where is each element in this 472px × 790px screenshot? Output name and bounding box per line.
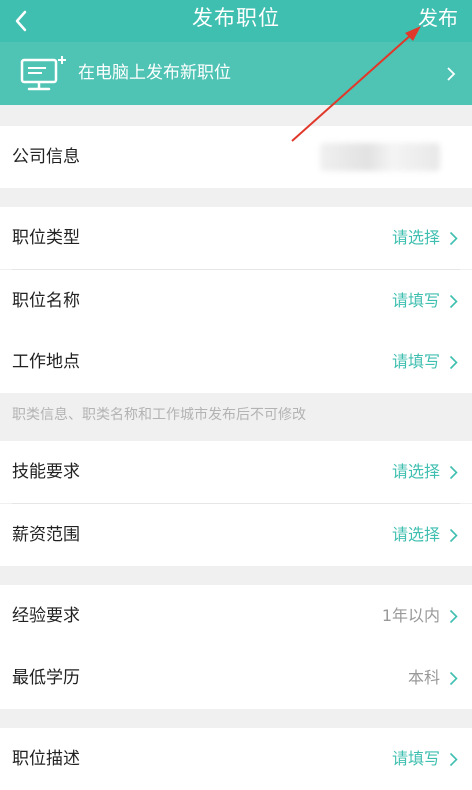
row-label: 职位类型 bbox=[12, 228, 80, 248]
company-info-label: 公司信息 bbox=[12, 147, 80, 167]
page-title: 发布职位 bbox=[192, 6, 280, 30]
salary-range-row[interactable]: 薪资范围 请选择 bbox=[0, 504, 472, 566]
row-label: 职位描述 bbox=[12, 749, 80, 769]
job-description-row[interactable]: 职位描述 请填写 bbox=[0, 728, 472, 790]
job-type-row[interactable]: 职位类型 请选择 bbox=[0, 207, 472, 269]
row-value: 1年以内 bbox=[381, 606, 440, 625]
row-value: 请选择 bbox=[391, 525, 440, 544]
row-value: 请选择 bbox=[391, 462, 440, 481]
row-label: 最低学历 bbox=[12, 668, 80, 688]
banner-text: 在电脑上发布新职位 bbox=[78, 63, 231, 83]
row-label: 薪资范围 bbox=[12, 525, 80, 545]
minimum-education-row[interactable]: 最低学历 本科 bbox=[0, 647, 472, 709]
job-name-row[interactable]: 职位名称 请填写 bbox=[0, 270, 472, 332]
row-label: 工作地点 bbox=[12, 352, 80, 372]
chevron-right-icon bbox=[449, 231, 458, 246]
work-location-row[interactable]: 工作地点 请填写 bbox=[0, 331, 472, 393]
row-value: 请填写 bbox=[391, 291, 440, 310]
blurred-company-name bbox=[320, 143, 440, 171]
chevron-right-icon bbox=[449, 528, 458, 543]
publish-on-pc-banner[interactable]: 在电脑上发布新职位 bbox=[0, 42, 472, 105]
row-value: 请填写 bbox=[391, 352, 440, 371]
chevron-right-icon bbox=[449, 609, 458, 624]
chevron-right-icon bbox=[449, 465, 458, 480]
row-label: 技能要求 bbox=[12, 462, 80, 482]
row-value: 本科 bbox=[407, 668, 440, 687]
company-info-row[interactable]: 公司信息 bbox=[0, 126, 472, 188]
top-navigation-bar: 发布职位 发布 bbox=[0, 0, 472, 42]
row-value: 请选择 bbox=[391, 228, 440, 247]
row-label: 经验要求 bbox=[12, 606, 80, 626]
chevron-right-icon bbox=[449, 671, 458, 686]
row-label: 职位名称 bbox=[12, 291, 80, 311]
computer-icon bbox=[20, 56, 66, 91]
experience-requirement-row[interactable]: 经验要求 1年以内 bbox=[0, 585, 472, 647]
immutable-fields-notice: 职类信息、职类名称和工作城市发布后不可修改 bbox=[0, 393, 472, 438]
publish-button[interactable]: 发布 bbox=[418, 0, 458, 42]
row-value: 请填写 bbox=[391, 749, 440, 768]
skill-requirement-row[interactable]: 技能要求 请选择 bbox=[0, 441, 472, 503]
chevron-right-icon bbox=[447, 67, 456, 81]
chevron-right-icon bbox=[449, 752, 458, 767]
chevron-right-icon bbox=[449, 294, 458, 309]
chevron-right-icon bbox=[449, 355, 458, 370]
